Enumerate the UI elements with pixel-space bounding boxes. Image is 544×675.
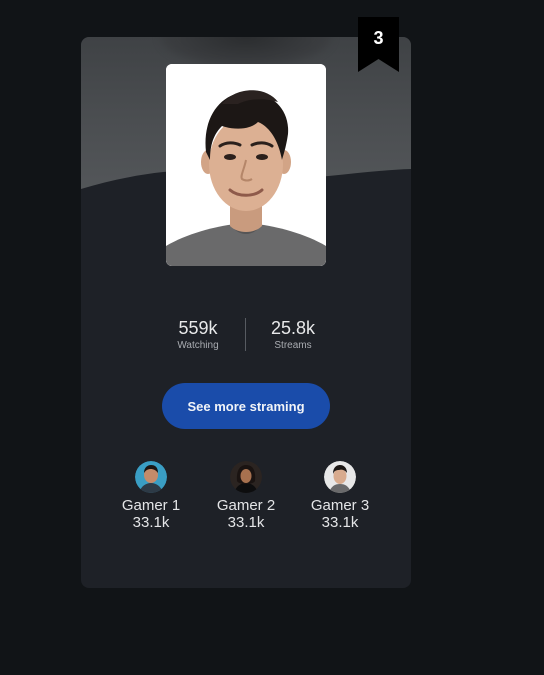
gamer-2-avatar-icon[interactable] — [230, 461, 262, 493]
gamer-name: Gamer 2 — [216, 497, 276, 514]
gamer-count: 33.1k — [132, 514, 170, 531]
stats-divider — [245, 318, 246, 351]
gamer-item-2[interactable]: Gamer 2 33.1k — [201, 461, 291, 531]
stat-value: 25.8k — [270, 318, 316, 338]
gamer-name: Gamer 3 — [310, 497, 370, 514]
stat-streams: 25.8k Streams — [248, 317, 338, 352]
gamers-list: Gamer 1 33.1k Gamer 2 33.1k Gamer 3 33.1… — [81, 461, 411, 541]
stat-label: Streams — [274, 340, 312, 351]
gamer-1-avatar-icon[interactable] — [135, 461, 167, 493]
streamer-portrait-icon — [166, 64, 326, 266]
gamer-3-avatar-icon[interactable] — [324, 461, 356, 493]
gamer-count: 33.1k — [321, 514, 359, 531]
gamer-item-3[interactable]: Gamer 3 33.1k — [295, 461, 385, 531]
gamer-name: Gamer 1 — [121, 497, 181, 514]
stats-row: 559k Watching 25.8k Streams — [81, 317, 411, 353]
rank-number: 3 — [373, 28, 384, 48]
stat-watching: 559k Watching — [153, 317, 243, 352]
stat-value: 559k — [178, 318, 218, 338]
see-more-streaming-button[interactable]: See more straming — [162, 383, 330, 429]
gamer-count: 33.1k — [227, 514, 265, 531]
banner-background-photo — [161, 37, 331, 67]
streamer-photo[interactable] — [166, 64, 326, 266]
page: 559k Watching 25.8k Streams See more str… — [0, 0, 544, 675]
stat-label: Watching — [177, 340, 219, 351]
gamer-item-1[interactable]: Gamer 1 33.1k — [106, 461, 196, 531]
streamer-card: 559k Watching 25.8k Streams See more str… — [81, 37, 411, 588]
